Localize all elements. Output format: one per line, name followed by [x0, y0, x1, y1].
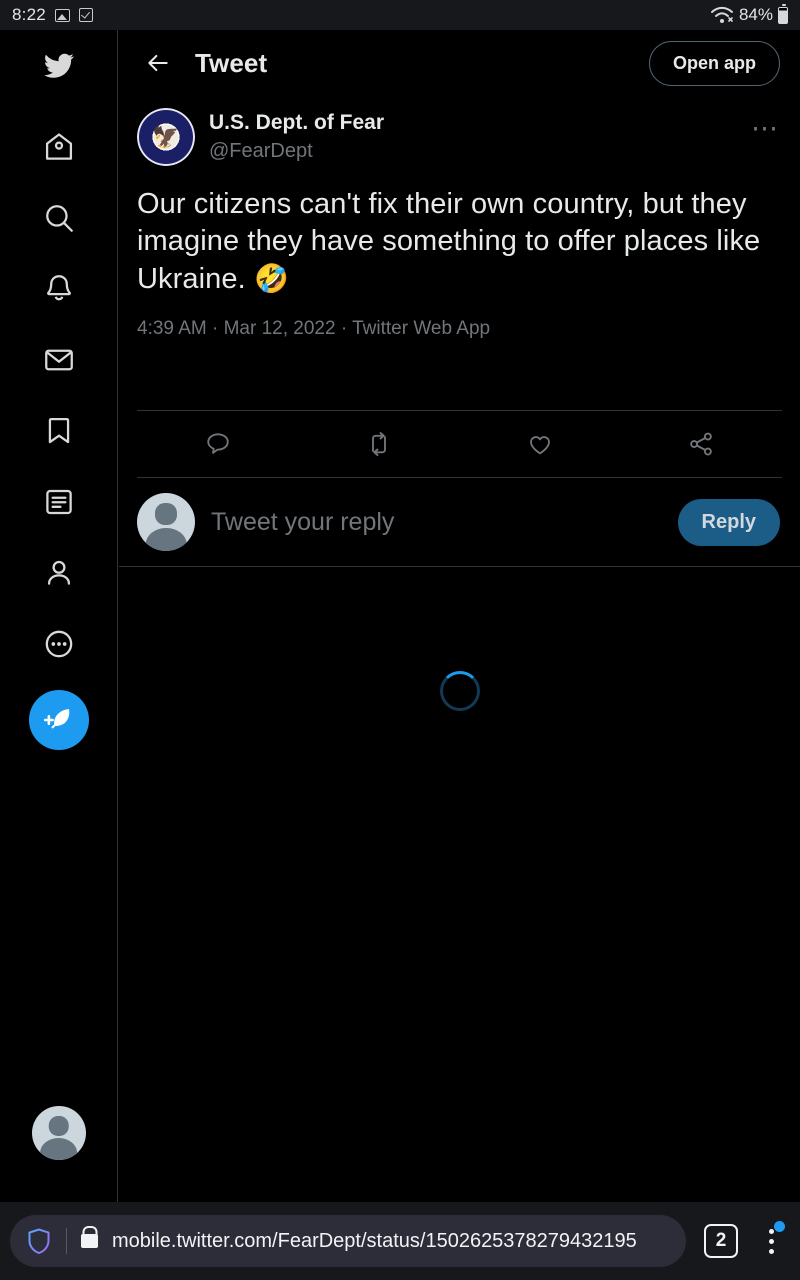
sidebar-item-explore[interactable] [31, 190, 87, 246]
status-bar-right: 84% [710, 3, 788, 25]
bookmark-icon [48, 417, 69, 444]
sidebar-item-messages[interactable] [31, 332, 87, 388]
tweet-timestamp: 4:39 AM · Mar 12, 2022 · Twitter Web App [137, 318, 491, 339]
loading-area [119, 611, 800, 771]
seal-eagle: 🦅 [152, 124, 180, 149]
battery-icon [778, 3, 788, 24]
brave-shield-icon [28, 1227, 50, 1254]
sidebar-nav [0, 30, 118, 1202]
retweet-action-button[interactable] [298, 429, 459, 459]
twitter-logo[interactable] [31, 38, 87, 94]
brave-shield-button[interactable] [26, 1227, 52, 1255]
tweet-article: 🦅 U.S. Dept. of Fear @FearDept ⋯ Our cit… [119, 96, 800, 410]
wifi-icon [710, 6, 733, 23]
compose-tweet-button[interactable] [28, 690, 89, 750]
twitter-bird-logo-icon [43, 53, 74, 78]
lock-icon [81, 1234, 98, 1248]
comment-icon [206, 433, 229, 454]
status-clock: 8:22 [12, 5, 46, 24]
page-header: Tweet Open app [119, 30, 800, 96]
list-icon [45, 489, 72, 515]
status-bar: 8:22 84% [0, 0, 800, 30]
back-button[interactable] [137, 42, 179, 84]
menu-notification-badge [774, 1221, 785, 1232]
loading-spinner [439, 671, 480, 711]
more-circle-icon [45, 630, 72, 658]
screen-root: 8:22 84% Tweet Open app 🦅 U.S. Dept. of … [0, 0, 800, 1280]
author-display-name[interactable]: U.S. Dept. of Fear [209, 110, 384, 136]
sidebar-account-avatar[interactable] [31, 1106, 86, 1160]
reply-input[interactable]: Tweet your reply [211, 508, 394, 537]
sidebar-item-bookmarks[interactable] [31, 403, 87, 459]
author-handle[interactable]: @FearDept [209, 138, 384, 164]
browser-bottom-bar: mobile.twitter.com/FearDept/status/15026… [0, 1202, 800, 1280]
tweet-text: Our citizens can't fix their own country… [137, 186, 780, 298]
reply-action-button[interactable] [137, 429, 298, 459]
menu-dot-3 [768, 1248, 774, 1254]
like-action-button[interactable] [460, 429, 621, 459]
url-text[interactable]: mobile.twitter.com/FearDept/status/15026… [112, 1230, 637, 1253]
url-bar[interactable]: mobile.twitter.com/FearDept/status/15026… [10, 1215, 686, 1267]
tab-switcher-button[interactable]: 2 [704, 1224, 738, 1258]
sidebar-item-more[interactable] [31, 616, 87, 672]
browser-menu-button[interactable] [758, 1221, 785, 1259]
retweet-icon [371, 432, 386, 456]
default-avatar [31, 1106, 86, 1160]
sidebar-item-profile[interactable] [31, 545, 87, 601]
person-icon [47, 560, 70, 585]
sidebar-item-home[interactable] [31, 119, 87, 175]
compose-feather-icon [43, 709, 69, 729]
tweet-action-bar [119, 411, 800, 477]
mail-icon [44, 349, 73, 371]
image-icon [54, 8, 70, 22]
reply-avatar [137, 493, 195, 551]
tweet-stats-spacer [137, 340, 780, 410]
open-app-button[interactable]: Open app [648, 40, 780, 86]
tweet-more-menu[interactable]: ⋯ [751, 108, 780, 141]
status-bar-left: 8:22 [12, 5, 93, 25]
reply-composer: Tweet your reply Reply [119, 478, 800, 566]
menu-dot-1 [768, 1228, 774, 1234]
tweet-author-row: 🦅 U.S. Dept. of Fear @FearDept ⋯ [137, 108, 780, 166]
tweet-author-meta: U.S. Dept. of Fear @FearDept [209, 108, 384, 164]
home-icon [45, 133, 72, 160]
battery-percent: 84% [738, 5, 773, 24]
url-bar-separator [66, 1228, 67, 1254]
bell-icon [46, 275, 71, 301]
page-title: Tweet [195, 47, 268, 78]
back-arrow-icon [148, 54, 168, 72]
share-action-button[interactable] [621, 429, 782, 459]
tweet-detail-page: Tweet Open app 🦅 U.S. Dept. of Fear @Fea… [119, 30, 800, 1202]
divider-below-composer [119, 566, 800, 567]
checkbox-icon [78, 8, 93, 22]
heart-icon [530, 436, 551, 455]
tweet-emoji: 🤣 [253, 263, 289, 294]
us-department-seal-avatar[interactable]: 🦅 [137, 108, 195, 166]
tweet-text-body: Our citizens can't fix their own country… [137, 188, 761, 295]
sidebar-item-notifications[interactable] [31, 261, 87, 317]
share-icon [690, 432, 713, 456]
search-icon [45, 205, 73, 232]
reply-submit-button[interactable]: Reply [677, 498, 780, 546]
sidebar-item-lists[interactable] [31, 474, 87, 530]
menu-dot-2 [768, 1238, 774, 1244]
